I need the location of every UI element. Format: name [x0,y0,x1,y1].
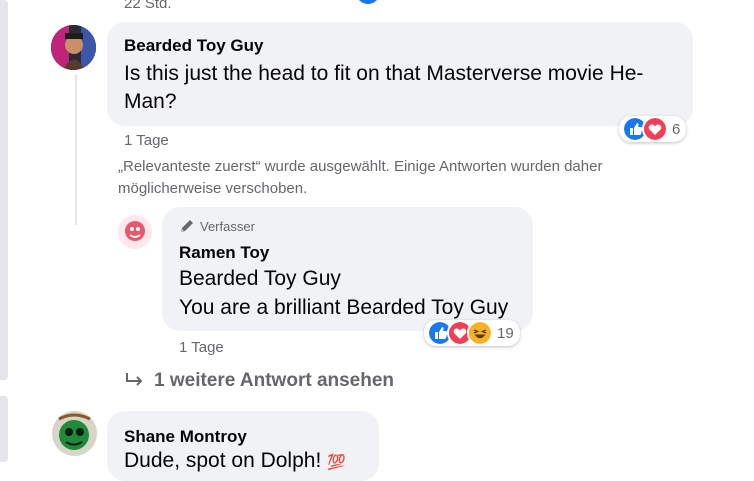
haha-icon [467,320,493,346]
card-edge [0,0,8,380]
reaction-count: 6 [672,120,681,138]
reply-text: You are a brilliant Bearded Toy Guy [179,296,509,319]
view-more-replies[interactable]: 1 weitere Antwort ansehen [124,370,394,392]
reply-author[interactable]: Ramen Toy [179,243,269,263]
avatar-ramen-toy[interactable] [118,215,152,249]
previous-comment-time[interactable]: 22 Std. [124,0,172,12]
comment-text-2: Dude, spot on Dolph! 💯 [124,447,346,477]
avatar-bearded-toy-guy[interactable] [51,25,96,70]
pen-icon [181,220,193,232]
comment-author[interactable]: Bearded Toy Guy [124,36,264,56]
reply-mention[interactable]: Bearded Toy Guy [179,265,341,293]
like-icon-partial [356,0,380,4]
view-more-replies-label[interactable]: 1 weitere Antwort ansehen [154,370,394,392]
sort-notice: „Relevanteste zuerst“ wurde ausgewählt. … [118,158,603,197]
reply-reaction-count: 19 [497,324,514,342]
comment-text: Is this just the head to fit on that Mas… [124,62,644,113]
reply-arrow-icon [126,373,143,386]
comment-text-2-body: Dude, spot on Dolph! [124,449,322,472]
author-badge: Verfasser [179,218,255,234]
reaction-summary[interactable]: 6 [619,116,687,142]
reply-reaction-summary[interactable]: 19 [424,320,520,346]
card-edge-lower [0,396,8,462]
author-badge-label: Verfasser [200,218,255,234]
comment-author-2[interactable]: Shane Montroy [124,427,247,447]
love-icon [642,116,668,142]
hundred-points-icon: 💯 [327,454,346,471]
reply-time[interactable]: 1 Tage [179,339,224,356]
avatar-shane-montroy[interactable] [52,411,97,456]
